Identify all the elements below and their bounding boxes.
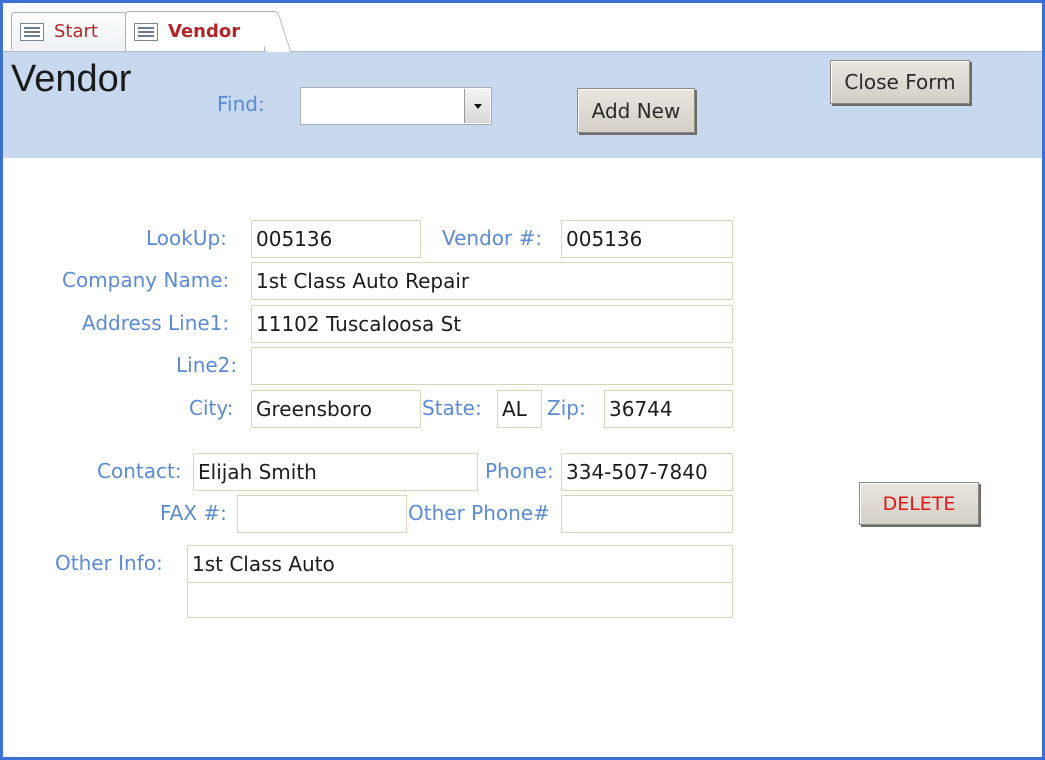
form-icon	[134, 22, 158, 41]
close-form-button[interactable]: Close Form	[830, 60, 970, 104]
fax-label: FAX #:	[160, 501, 227, 525]
find-label: Find:	[217, 92, 265, 116]
contact-field[interactable]: Elijah Smith	[193, 453, 478, 491]
address-line2-label: Line2:	[176, 353, 238, 377]
tab-vendor-label: Vendor	[168, 21, 241, 42]
other-phone-label: Other Phone#	[408, 501, 550, 525]
chevron-down-icon[interactable]	[464, 89, 490, 123]
state-field[interactable]: AL	[497, 390, 542, 428]
page-title: Vendor	[11, 58, 132, 100]
address-line1-field[interactable]: 11102 Tuscaloosa St	[251, 305, 733, 343]
address-line1-label: Address Line1:	[82, 311, 230, 335]
fax-field[interactable]	[237, 495, 407, 533]
tab-start[interactable]: Start	[11, 12, 127, 50]
document-tab-bar: Start Vendor	[3, 3, 1042, 52]
other-info-field-line2[interactable]	[187, 582, 733, 618]
other-phone-field[interactable]	[561, 495, 733, 533]
find-combobox[interactable]	[300, 87, 492, 125]
contact-label: Contact:	[97, 459, 182, 483]
tab-start-label: Start	[54, 21, 98, 42]
state-label: State:	[422, 396, 482, 420]
vendor-number-field[interactable]: 005136	[561, 220, 733, 258]
city-field[interactable]: Greensboro	[251, 390, 421, 428]
delete-button[interactable]: DELETE	[859, 482, 979, 525]
add-new-button[interactable]: Add New	[577, 88, 695, 133]
form-icon	[20, 22, 44, 41]
other-info-label: Other Info:	[55, 551, 163, 575]
lookup-field[interactable]: 005136	[251, 220, 421, 258]
lookup-label: LookUp:	[146, 226, 227, 250]
city-label: City:	[189, 396, 234, 420]
other-info-field[interactable]: 1st Class Auto	[187, 545, 733, 583]
form-header: Vendor Find: Add New Close Form	[3, 52, 1042, 158]
phone-field[interactable]: 334-507-7840	[561, 453, 733, 491]
zip-field[interactable]: 36744	[604, 390, 733, 428]
company-name-label: Company Name:	[62, 268, 230, 292]
address-line2-field[interactable]	[251, 347, 733, 385]
phone-label: Phone:	[485, 459, 554, 483]
zip-label: Zip:	[547, 396, 586, 420]
vendor-window: Start Vendor Vendor Find: Add New Close …	[0, 0, 1045, 760]
vendor-number-label: Vendor #:	[442, 226, 543, 250]
tab-vendor[interactable]: Vendor	[125, 11, 265, 51]
company-name-field[interactable]: 1st Class Auto Repair	[251, 262, 733, 300]
